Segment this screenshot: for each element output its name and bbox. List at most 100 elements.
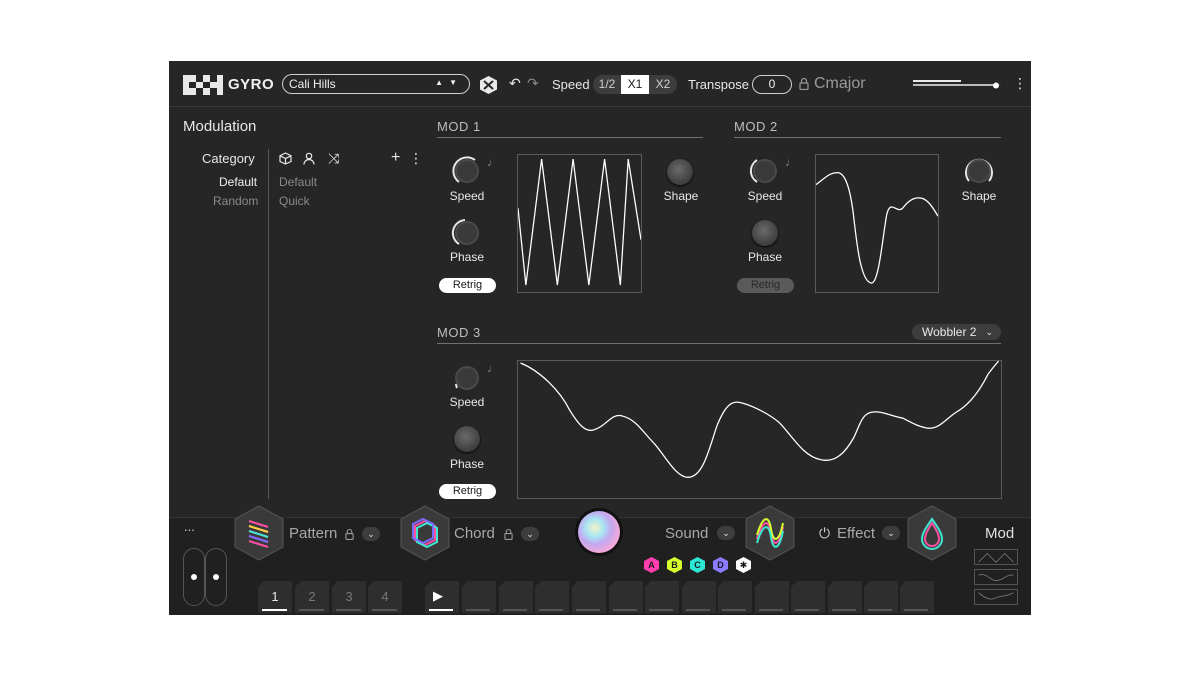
step-14-indicator bbox=[904, 609, 928, 611]
play-icon[interactable]: ▶ bbox=[433, 588, 443, 604]
more-menu-icon[interactable]: ⋮ bbox=[1013, 75, 1027, 92]
sound-hex-button[interactable] bbox=[745, 505, 795, 561]
mod1-sync-note-icon[interactable]: ♩ bbox=[487, 155, 499, 169]
speed-toggle: 1/2 X1 X2 bbox=[593, 75, 677, 94]
bottom-more-button[interactable]: ... bbox=[184, 519, 195, 534]
preset-prev-next-icon[interactable]: ▲▼ bbox=[435, 78, 463, 87]
brand-logo-icon bbox=[183, 75, 223, 95]
pattern-page-1-indicator bbox=[262, 609, 287, 611]
master-volume-slider[interactable] bbox=[913, 80, 1001, 90]
header-bar: GYRO Cali Hills ▲▼ ↶ ↷ Speed 1/2 X1 X2 T… bbox=[169, 61, 1031, 107]
effect-label: Effect bbox=[837, 525, 876, 542]
shuffle-icon[interactable]: ⤨ bbox=[328, 150, 339, 167]
effect-power-icon[interactable]: ⏻ bbox=[819, 525, 830, 542]
mod3-mini-preview[interactable] bbox=[974, 589, 1018, 605]
transpose-input[interactable]: 0 bbox=[752, 75, 792, 94]
preset-selector[interactable]: Cali Hills ▲▼ bbox=[282, 74, 470, 94]
mod3-sync-note-icon[interactable]: ♩ bbox=[487, 361, 499, 375]
mod2-shape-knob[interactable] bbox=[963, 155, 995, 187]
speed-x2-button[interactable]: X2 bbox=[649, 75, 677, 94]
mod1-waveform-display[interactable] bbox=[517, 154, 642, 293]
chord-label: Chord bbox=[454, 525, 495, 542]
category-item-default[interactable]: Default bbox=[219, 175, 257, 189]
mod2-phase-knob[interactable] bbox=[752, 220, 778, 246]
pattern-page-3-label: 3 bbox=[345, 589, 353, 604]
mod1-phase-knob[interactable] bbox=[451, 217, 483, 249]
mod1-shape-label: Shape bbox=[663, 189, 699, 203]
step-11-indicator bbox=[795, 609, 819, 611]
browser-divider bbox=[268, 149, 269, 499]
pattern-dropdown-chevron-icon[interactable]: ⌄ bbox=[362, 527, 380, 541]
pattern-page-1-label: 1 bbox=[271, 589, 279, 604]
mod1-shape-knob[interactable] bbox=[667, 159, 693, 185]
macro-slider-1[interactable] bbox=[183, 548, 205, 606]
mod2-speed-knob[interactable] bbox=[749, 155, 781, 187]
chord-dropdown-chevron-icon[interactable]: ⌄ bbox=[521, 527, 539, 541]
speed-x1-button[interactable]: X1 bbox=[621, 75, 649, 94]
mod2-shape-label: Shape bbox=[961, 189, 997, 203]
pattern-page-2-indicator bbox=[299, 609, 324, 611]
mod2-retrig-button[interactable]: Retrig bbox=[737, 278, 794, 293]
pattern-label: Pattern bbox=[289, 525, 338, 542]
preset-name: Cali Hills bbox=[289, 77, 336, 91]
mod1-retrig-button[interactable]: Retrig bbox=[439, 278, 496, 293]
mod2-waveform-display[interactable] bbox=[815, 154, 939, 293]
sound-label: Sound bbox=[665, 525, 709, 542]
undo-icon[interactable]: ↶ bbox=[509, 75, 521, 92]
mod1-phase-label: Phase bbox=[449, 250, 485, 264]
mod-label: Mod bbox=[985, 525, 1015, 542]
randomize-dice-icon[interactable] bbox=[480, 76, 497, 94]
mod1-speed-label: Speed bbox=[449, 189, 485, 203]
mod2-divider bbox=[734, 137, 1001, 138]
speed-label: Speed bbox=[552, 77, 590, 92]
preset-item-default[interactable]: Default bbox=[279, 175, 317, 189]
step-3-indicator bbox=[503, 609, 527, 611]
mod1-mini-preview[interactable] bbox=[974, 549, 1018, 565]
mod2-mini-preview[interactable] bbox=[974, 569, 1018, 585]
add-icon[interactable]: + bbox=[391, 149, 400, 167]
pattern-page-2-label: 2 bbox=[308, 589, 316, 604]
effect-dropdown-chevron-icon[interactable]: ⌄ bbox=[882, 526, 900, 540]
category-label: Category bbox=[202, 151, 255, 166]
chevron-down-icon: ⌄ bbox=[985, 327, 993, 337]
mod1-speed-knob[interactable] bbox=[451, 155, 483, 187]
host-name: Cmajor bbox=[814, 75, 866, 92]
user-icon[interactable] bbox=[303, 152, 315, 165]
sound-dropdown-chevron-icon[interactable]: ⌄ bbox=[717, 526, 735, 540]
pattern-page-4-label: 4 bbox=[381, 589, 389, 604]
effect-hex-button[interactable] bbox=[907, 505, 957, 561]
mod2-title: MOD 2 bbox=[734, 119, 778, 134]
transpose-label: Transpose bbox=[688, 77, 749, 92]
speed-half-button[interactable]: 1/2 bbox=[593, 75, 621, 94]
step-4-indicator bbox=[539, 609, 563, 611]
pattern-lock-icon[interactable] bbox=[345, 528, 354, 540]
step-8-indicator bbox=[686, 609, 710, 611]
mod3-waveform-dropdown[interactable]: Wobbler 2 ⌄ bbox=[912, 324, 1001, 340]
mod3-divider bbox=[437, 343, 1001, 344]
chord-hex-button[interactable] bbox=[400, 505, 450, 561]
category-item-random[interactable]: Random bbox=[213, 194, 258, 208]
mod1-title: MOD 1 bbox=[437, 119, 481, 134]
mod3-phase-knob[interactable] bbox=[454, 426, 480, 452]
chord-lock-icon[interactable] bbox=[504, 528, 513, 540]
mod2-speed-label: Speed bbox=[747, 189, 783, 203]
mod3-speed-label: Speed bbox=[449, 395, 485, 409]
mod3-waveform-display[interactable] bbox=[517, 360, 1002, 499]
app-name: GYRO bbox=[228, 76, 275, 93]
redo-icon[interactable]: ↷ bbox=[527, 75, 539, 92]
step-9-indicator bbox=[722, 609, 746, 611]
mod3-waveform-name: Wobbler 2 bbox=[922, 325, 977, 339]
gyro-orb-button[interactable] bbox=[574, 507, 624, 557]
mod2-phase-label: Phase bbox=[747, 250, 783, 264]
lock-icon[interactable] bbox=[799, 77, 809, 90]
mod3-retrig-button[interactable]: Retrig bbox=[439, 484, 496, 499]
step-6-indicator bbox=[613, 609, 637, 611]
mod3-speed-knob[interactable] bbox=[451, 362, 483, 394]
cube-icon[interactable] bbox=[279, 152, 292, 165]
mod2-sync-note-icon[interactable]: ♩ bbox=[785, 155, 797, 169]
step-7-indicator bbox=[649, 609, 673, 611]
pattern-hex-button[interactable] bbox=[234, 505, 284, 561]
macro-slider-2[interactable] bbox=[205, 548, 227, 606]
preset-item-quick[interactable]: Quick bbox=[279, 194, 310, 208]
browser-menu-icon[interactable]: ⋮ bbox=[409, 150, 423, 167]
